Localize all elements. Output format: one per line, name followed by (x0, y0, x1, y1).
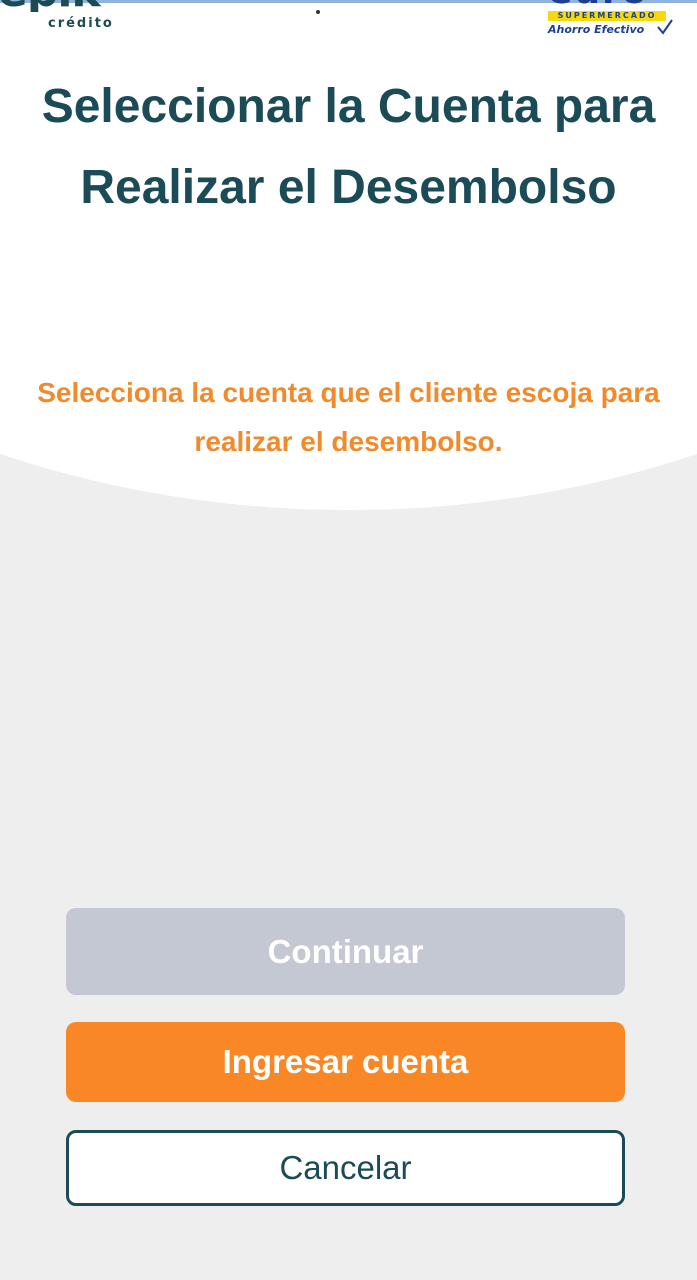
epik-wordmark: epik (0, 0, 101, 12)
epik-wordmark-clip: epik (0, 0, 140, 12)
euro-tagline: SUPERMERCADO (548, 11, 666, 21)
add-account-button[interactable]: Ingresar cuenta (66, 1022, 625, 1102)
euro-wordmark-clip: euro (548, 0, 666, 8)
status-dot (316, 10, 320, 14)
euro-supermercado-logo: euro SUPERMERCADO Ahorro Efectivo (540, 0, 680, 40)
page-subtitle: Selecciona la cuenta que el cliente esco… (37, 377, 660, 457)
cancel-button[interactable]: Cancelar (66, 1130, 625, 1206)
euro-slogan: Ahorro Efectivo (548, 23, 645, 36)
epik-credito-logo: epik crédito (0, 0, 140, 36)
continue-button[interactable]: Continuar (66, 908, 625, 995)
checkmark-icon (657, 19, 673, 35)
page-title: Seleccionar la Cuenta para Realizar el D… (41, 80, 656, 214)
epik-subtitle: crédito (48, 16, 114, 31)
euro-wordmark: euro (548, 0, 649, 8)
